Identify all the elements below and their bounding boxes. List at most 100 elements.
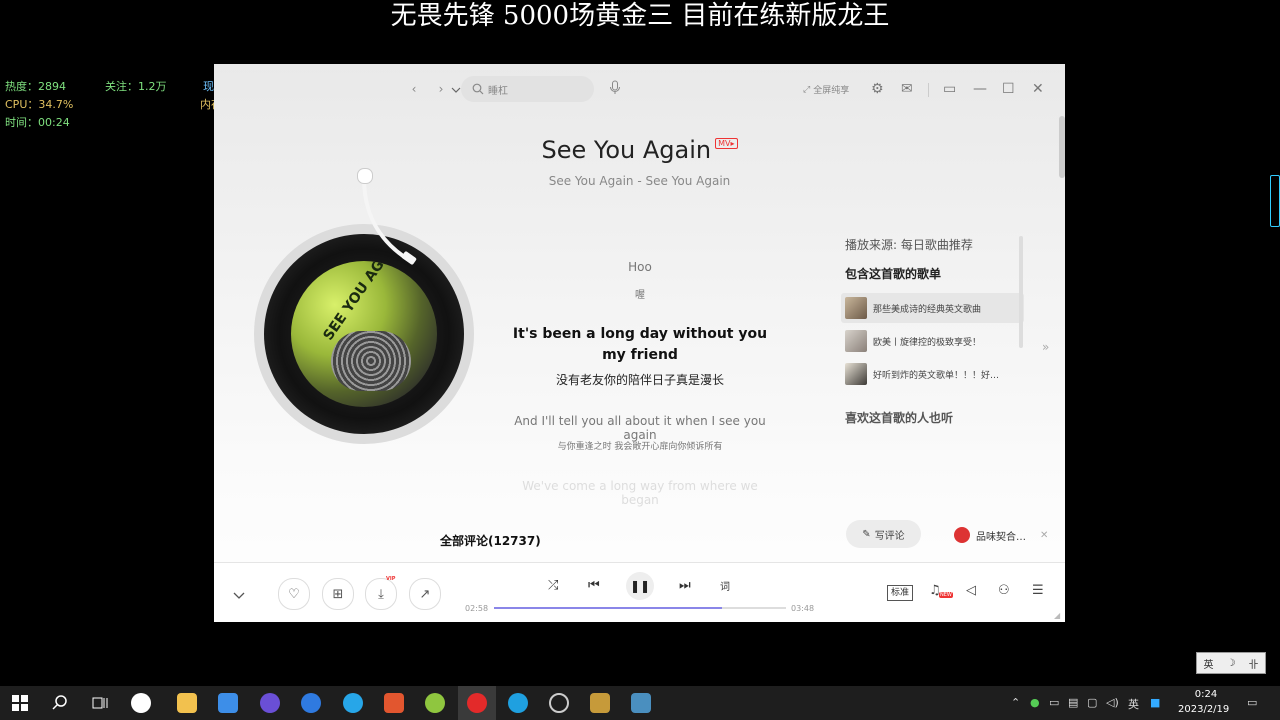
lyric-translation: 喔 [635,290,645,301]
lyric-line-current[interactable]: It's been a long day without you my frie… [504,324,776,366]
sound-effect-button[interactable]: ♫ NEW [929,583,953,598]
task-view-icon[interactable] [90,693,110,713]
tray-ime-lang[interactable]: 英 [1128,696,1139,712]
shuffle-button[interactable]: ⤮ [548,578,558,593]
tray-network-icon[interactable]: ▤ [1068,696,1078,709]
app-icon-2[interactable] [425,693,445,713]
netease-music-icon[interactable] [467,693,487,713]
playlist-item[interactable]: 那些美成诗的经典英文歌曲 [841,293,1024,323]
tray-display-icon[interactable]: ▢ [1087,696,1097,709]
mv-badge[interactable]: MV▸ [715,138,738,149]
stat-follow: 关注：1.2万 [105,80,167,93]
close-button[interactable]: ✕ [1032,81,1044,97]
taste-match-chip[interactable]: 品味契合… ✕ [954,524,1062,546]
new-badge: NEW [939,592,953,598]
add-to-playlist-button[interactable]: ⊞ [322,578,354,610]
edge-icon[interactable] [508,693,528,713]
mini-mode-button[interactable]: ▭ [943,81,956,97]
tray-volume-icon[interactable]: ◁) [1106,696,1119,709]
next-button[interactable]: ⏭ [679,578,691,593]
song-artist-album[interactable]: See You Again - See You Again [214,174,1065,188]
album-cover: SEE YOU AGAIN [291,261,437,407]
stat-heat: 热度：2894 [5,80,66,93]
progress-slider[interactable] [494,607,786,609]
lyric-line[interactable]: And I'll tell you all about it when I se… [504,414,776,442]
browser-icon[interactable] [301,693,321,713]
playlist-item[interactable]: 欧美丨旋律控的极致享受！ [841,326,1024,356]
all-comments-link[interactable]: 全部评论(12737) [440,532,541,549]
panel-expand-icon[interactable]: » [1042,340,1049,354]
chevron-down-icon [233,592,245,599]
download-button[interactable]: ⤓ VIP [365,576,397,610]
lyric-line[interactable]: We've come a long way from where we bega… [504,479,776,507]
edge-widget[interactable] [1270,175,1280,227]
settings-button[interactable]: ⚙ [871,81,884,97]
back-button[interactable]: ‹ [405,80,423,98]
clock-time[interactable]: 0:24 [1192,689,1220,700]
notification-icon[interactable]: ▭ [1247,696,1257,709]
moon-icon[interactable]: ☽ [1227,658,1236,669]
write-comment-button[interactable]: ✎ 写评论 [846,520,921,548]
messages-button[interactable]: ✉ [901,81,913,97]
ime-toolbar[interactable]: 英 ☽ 卝 [1196,652,1266,674]
panel-scrollbar[interactable] [1019,236,1023,348]
resize-grip-icon[interactable]: ◢ [1054,611,1060,620]
listen-together-button[interactable]: ⚇ [998,583,1010,598]
close-icon[interactable]: ✕ [1040,530,1048,541]
write-comment-label: 写评论 [874,530,905,542]
taste-match-icon [954,527,970,543]
collapse-player-button[interactable] [232,585,246,604]
ime-extra[interactable]: 卝 [1248,656,1258,671]
pause-icon: ❚❚ [629,579,651,593]
lol-client-icon[interactable] [631,693,651,713]
fullscreen-button[interactable]: ⤢ 全屏纯享 [803,83,849,97]
listeners-heading: 喜欢这首歌的人也听 [845,411,954,425]
lyric-line[interactable]: Hoo [504,260,776,274]
minimize-button[interactable]: — [973,81,987,97]
song-title-text: See You Again [541,136,712,164]
vip-badge: VIP [386,576,396,582]
collapse-icon[interactable] [451,80,461,99]
file-explorer-icon[interactable] [177,693,197,713]
previous-icon: ⏮ [588,578,600,593]
steam-icon[interactable] [549,693,569,713]
search-icon[interactable] [50,693,70,713]
playlist-queue-button[interactable]: ☰ [1032,583,1044,598]
playlists-heading: 包含这首歌的歌单 [845,267,942,281]
maximize-button[interactable]: ☐ [1002,81,1015,97]
app-icon-1[interactable] [131,693,151,713]
stat-time: 时间：00:24 [5,116,70,129]
pencil-icon: ✎ [862,528,871,540]
volume-button[interactable]: ◁ [966,583,976,598]
play-source[interactable]: 播放来源: 每日歌曲推荐 [845,236,973,253]
ime-mode[interactable]: 英 [1204,656,1214,671]
pause-button[interactable]: ❚❚ [626,572,654,600]
search-icon [472,83,484,95]
previous-button[interactable]: ⏮ [588,578,600,593]
quality-button[interactable]: 标准 [887,585,913,601]
lyric-translation-current: 没有老友你的陪伴日子真是漫长 [555,373,724,387]
gear-icon: ⚙ [871,81,884,97]
clock-date[interactable]: 2023/2/19 [1178,704,1229,715]
forward-button[interactable]: › [432,80,450,98]
tray-q-icon[interactable]: ■ [1150,696,1160,709]
like-button[interactable]: ♡ [278,578,310,610]
tray-expand-icon[interactable]: ⌃ [1011,696,1020,709]
taskbar: ⌃ ● ▭ ▤ ▢ ◁) 英 ■ 0:24 2023/2/19 ▭ [0,686,1280,720]
calculator-icon[interactable] [218,693,238,713]
tray-device-icon[interactable]: ▭ [1049,696,1059,709]
taste-match-label: 品味契合… [976,531,1026,543]
search-input[interactable]: 睡杠 [461,76,594,102]
windows-start-icon[interactable] [10,693,30,713]
album-cover-spiral [331,331,411,391]
browser-q-icon[interactable] [343,693,363,713]
video-app-icon[interactable] [260,693,280,713]
lyrics-toggle-button[interactable]: 词 [720,578,730,593]
lol-icon[interactable] [590,693,610,713]
minimize-icon: — [973,81,987,97]
game-app-icon[interactable] [384,693,404,713]
tray-app-icon[interactable]: ● [1030,696,1040,709]
share-button[interactable]: ↗ [409,578,441,610]
playlist-item[interactable]: 好听到炸的英文歌单！！！好… [841,359,1024,389]
voice-search-button[interactable] [609,80,621,100]
